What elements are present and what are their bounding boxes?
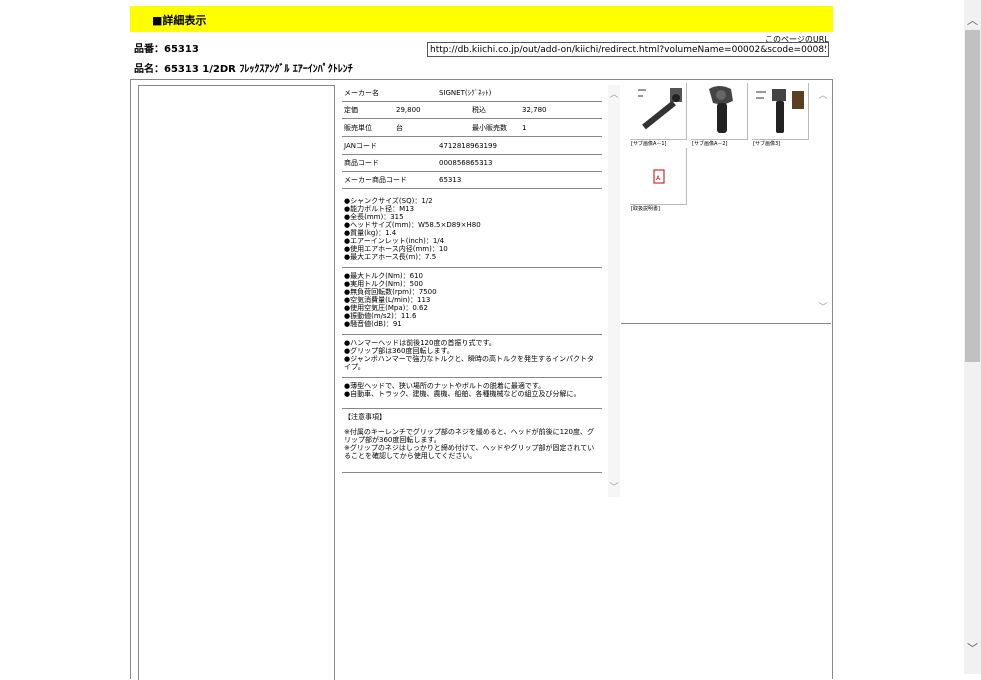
spec-value: 1 — [522, 124, 527, 132]
sub-image-1-caption: [サブ画像A－1] — [631, 141, 667, 147]
spec-label: メーカー名 — [344, 89, 379, 97]
sub-image-3[interactable] — [752, 83, 809, 140]
scroll-down-icon[interactable]: ﹀ — [966, 640, 979, 656]
feature-line: ●使用エアホース内径(mm)：10 — [344, 245, 448, 253]
spec-value: SIGNET(ｼｸﾞﾈｯﾄ) — [439, 89, 492, 97]
feature-line: ●無負荷回転数(rpm)：7500 — [344, 288, 437, 296]
impact-wrench-front-icon — [709, 86, 733, 133]
sub-image-2-caption: [サブ画像A－2] — [692, 141, 728, 147]
impact-wrench-angled-icon — [638, 88, 682, 130]
scroll-down-icon[interactable]: ﹀ — [609, 480, 619, 493]
feature-line: ●シャンクサイズ(SQ)：1/2 — [344, 197, 433, 205]
spec-label: 定価 — [344, 106, 358, 114]
spec-row-price: 定価 29,800 税込 32,780 — [342, 102, 602, 119]
spec-features-basic: ●シャンクサイズ(SQ)：1/2 ●能力ボルト径：M13 ●全長(mm)：315… — [342, 195, 602, 268]
spec-row-maker-code: メーカー商品コード 65313 — [342, 172, 602, 189]
spec-label: 販売単位 — [344, 124, 372, 132]
page-title: ■詳細表示 — [152, 14, 207, 27]
feature-line: ●振動値(m/s2)：11.6 — [344, 312, 417, 320]
manual-caption: [取扱説明書] — [631, 206, 660, 212]
feature-line: ●最大エアホース長(m)：7.5 — [344, 253, 437, 261]
scroll-up-icon[interactable]: ︿ — [817, 88, 829, 101]
spec-value: 4712818963199 — [439, 142, 497, 150]
impact-wrench-side-icon — [756, 89, 804, 133]
spec-row-jan: JANコード 4712818963199 — [342, 138, 602, 155]
feature-line: ●エアーインレット(inch)：1/4 — [344, 237, 445, 245]
spec-label: 商品コード — [344, 159, 379, 167]
feature-line: ●騒音値(dB)：91 — [344, 320, 402, 328]
scrollbar-thumb[interactable] — [965, 30, 980, 362]
feature-line: ●最大トルク(Nm)：610 — [344, 272, 423, 280]
caution-line: ※グリップのネジはしっかりと締め付けて、ヘッドやグリップ部が固定されていることを… — [344, 444, 595, 460]
spec-features-performance: ●最大トルク(Nm)：610 ●実用トルク(Nm)：500 ●無負荷回転数(rp… — [342, 270, 602, 335]
sub-image-panel: [サブ画像A－1] [サブ画像A－2] [サブ画像3] A [取扱説明書] — [621, 82, 831, 324]
spec-row-unit: 販売単位 台 最小販売数 1 — [342, 120, 602, 137]
feature-line: ●ジャンボハンマーで強力なトルクと、瞬時の高トルクを発生するインパクトタイプ。 — [344, 355, 595, 371]
spec-value: 32,780 — [522, 106, 547, 114]
feature-line: ●空気消費量(L/min)：113 — [344, 296, 431, 304]
feature-line: ●グリップ部は360度回転します。 — [344, 347, 454, 355]
feature-line: ●薄型ヘッドで、狭い場所のナットやボルトの脱着に最適です。 — [344, 382, 546, 390]
feature-line: ●自動車、トラック、建機、農機、船舶、各種機械などの組立及び分解に。 — [344, 390, 581, 398]
caution-line: ※付属のキーレンチでグリップ部のネジを緩めると、ヘッドが前後に120度、グリップ… — [344, 428, 594, 444]
spec-features-structure: ●ハンマーヘッドは前後120度の首振り式です。 ●グリップ部は360度回転します… — [342, 337, 602, 378]
spec-value: 65313 — [439, 176, 462, 184]
spec-caution: 【注意事項】 ※付属のキーレンチでグリップ部のネジを緩めると、ヘッドが前後に12… — [342, 412, 602, 473]
product-name: 品名：65313 1/2DR ﾌﾚｯｸｽｱﾝｸﾞﾙ ｴｱｰｲﾝﾊﾟｸﾄﾚﾝﾁ — [134, 64, 353, 75]
spec-label: 税込 — [472, 106, 486, 114]
sub-image-1[interactable] — [630, 83, 687, 140]
spec-label: JANコード — [344, 142, 377, 150]
scroll-up-icon[interactable]: ︿ — [966, 12, 979, 28]
caution-title: 【注意事項】 — [344, 413, 386, 421]
spec-row-maker: メーカー名 SIGNET(ｼｸﾞﾈｯﾄ) — [342, 85, 602, 102]
feature-line: ●能力ボルト径：M13 — [344, 205, 415, 213]
page-scrollbar[interactable]: ︿ ﹀ — [964, 0, 981, 674]
spec-value: 000856865313 — [439, 159, 493, 167]
sub-image-2[interactable] — [691, 83, 748, 140]
sub-image-3-caption: [サブ画像3] — [753, 141, 781, 147]
feature-line: ●使用空気圧(Mpa)：0.62 — [344, 304, 428, 312]
feature-line: ●全長(mm)：315 — [344, 213, 404, 221]
product-number: 品番：65313 — [134, 44, 199, 55]
feature-line: ●ハンマーヘッドは前後120度の首振り式です。 — [344, 339, 496, 347]
spec-value: 29,800 — [396, 106, 421, 114]
spec-scrollbar[interactable]: ︿ ﹀ — [608, 85, 620, 497]
spec-row-code: 商品コード 000856865313 — [342, 155, 602, 172]
scroll-down-icon[interactable]: ﹀ — [817, 300, 829, 313]
spec-value: 台 — [396, 124, 403, 132]
page-url-field[interactable] — [427, 42, 829, 57]
spec-label: 最小販売数 — [472, 124, 507, 132]
feature-line: ●ヘッドサイズ(mm)：W58.5×D89×H80 — [344, 221, 481, 229]
feature-line: ●質量(kg)：1.4 — [344, 229, 397, 237]
spec-features-usage: ●薄型ヘッドで、狭い場所のナットやボルトの脱着に最適です。 ●自動車、トラック、… — [342, 380, 602, 409]
main-image-panel — [138, 85, 335, 680]
feature-line: ●実用トルク(Nm)：500 — [344, 280, 423, 288]
manual-pdf[interactable]: A — [630, 148, 687, 205]
spec-label: メーカー商品コード — [344, 176, 407, 184]
pdf-icon: A — [653, 169, 665, 184]
image-panel-scrollbar[interactable]: ︿ ﹀ — [817, 88, 829, 318]
header-bar: ■詳細表示 — [130, 6, 833, 32]
scroll-up-icon[interactable]: ︿ — [609, 87, 619, 100]
